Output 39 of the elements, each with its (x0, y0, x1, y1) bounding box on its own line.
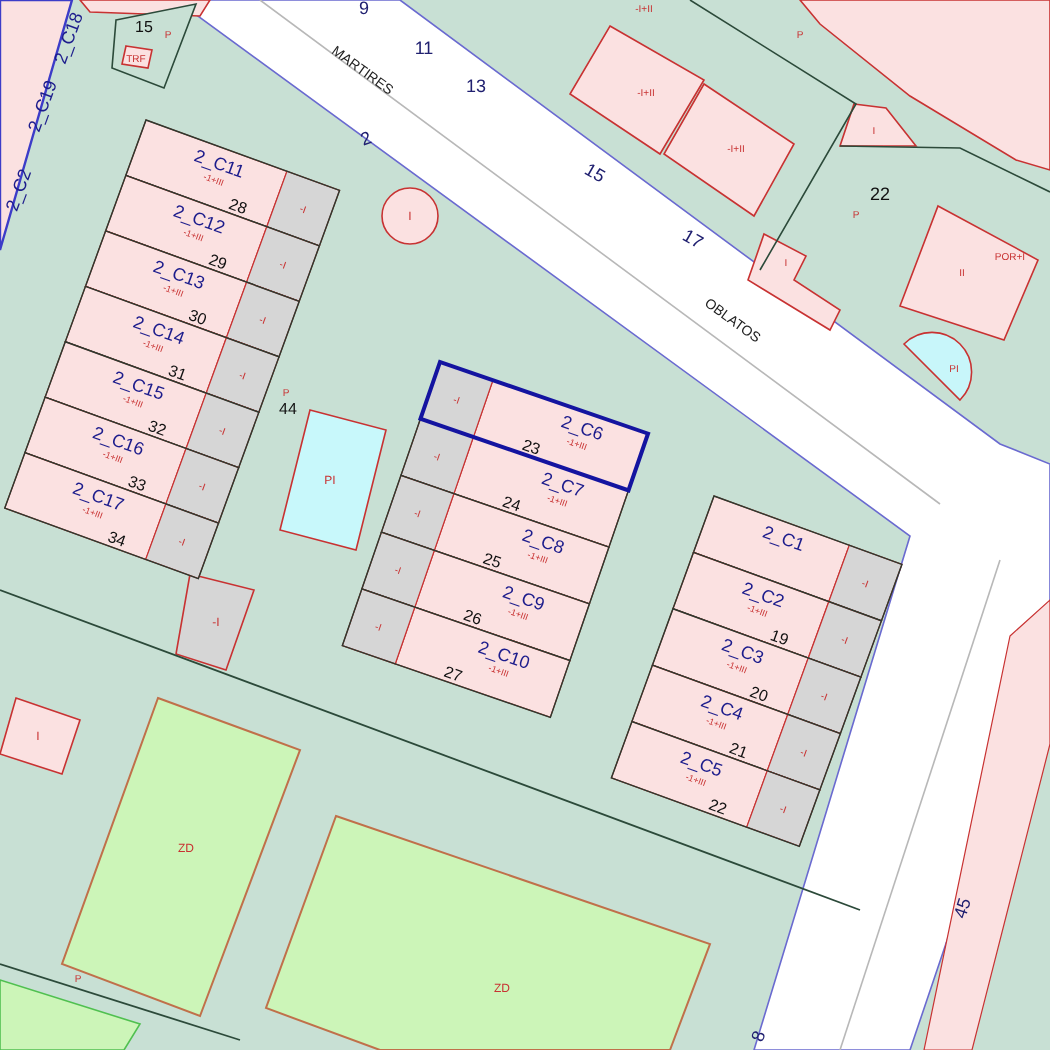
house-number: 27 (441, 662, 465, 686)
house-number: 26 (461, 606, 484, 629)
house-number: 25 (480, 549, 504, 573)
parcel-label: 2_C19 (23, 77, 61, 135)
house-number: 19 (767, 626, 791, 650)
parcel-label: 2_C2 (1, 166, 36, 214)
house-number: 28 (226, 195, 250, 219)
house-number: 32 (145, 416, 169, 440)
house-number: 22 (870, 184, 890, 204)
house-number: 20 (747, 682, 771, 706)
pool (903, 331, 973, 401)
yard-plot (175, 573, 256, 671)
street-number: 17 (679, 225, 707, 253)
street-number: 2 (357, 127, 375, 150)
house-number: 44 (279, 400, 297, 418)
street-number: 15 (581, 159, 609, 187)
house-number: 22 (706, 795, 730, 819)
house-number: 23 (519, 435, 543, 459)
house-number: 33 (125, 472, 149, 496)
street-number: 11 (414, 38, 434, 58)
building-plot (0, 696, 81, 775)
transformer-plot (121, 45, 153, 69)
house-number: 29 (206, 250, 230, 274)
street-number: 13 (466, 76, 486, 96)
street-number: 45 (949, 895, 975, 921)
house-number: 21 (726, 739, 750, 763)
house-number: 15 (135, 18, 153, 36)
house-number: 34 (105, 527, 129, 551)
house-number: 24 (500, 492, 523, 516)
parcel-label: 2_C1 (760, 521, 808, 556)
house-number: 31 (165, 361, 189, 385)
garden-plot (0, 978, 142, 1050)
house-number: 30 (186, 306, 209, 330)
street-number: 8 (747, 1028, 770, 1044)
building-plot (898, 204, 1040, 341)
building-plot (568, 24, 706, 156)
parcel-label: 2_C18 (49, 9, 87, 67)
street-number: 9 (359, 0, 369, 18)
round-plot (381, 187, 439, 245)
